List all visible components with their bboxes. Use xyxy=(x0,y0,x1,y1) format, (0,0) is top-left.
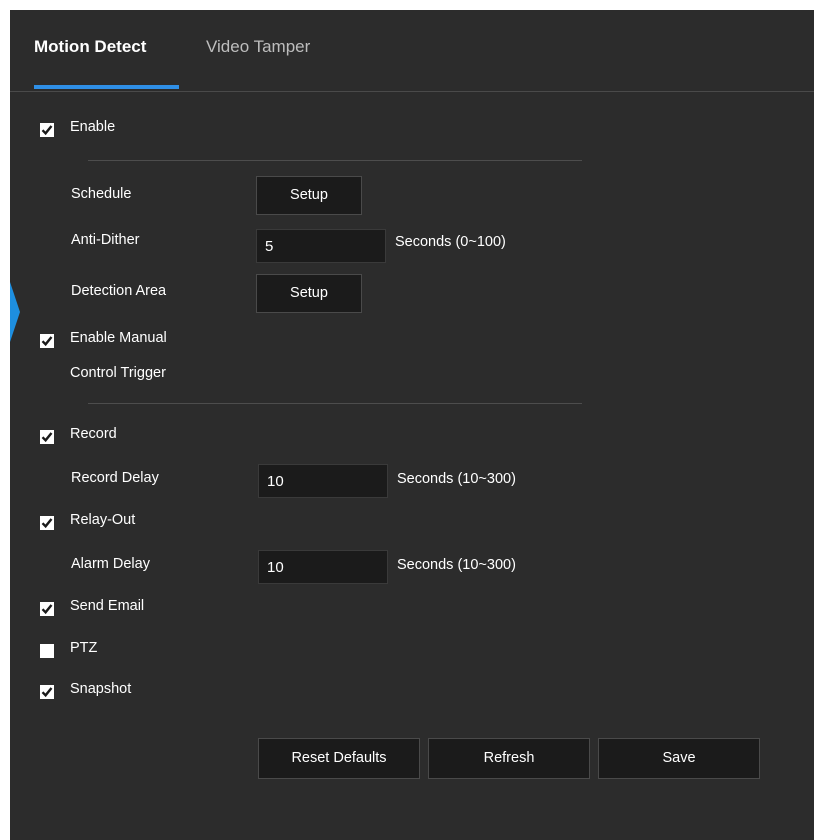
refresh-button[interactable]: Refresh xyxy=(428,738,590,779)
record-checkbox[interactable] xyxy=(40,430,54,444)
tab-video-tamper[interactable]: Video Tamper xyxy=(206,37,310,57)
detection-area-label: Detection Area xyxy=(71,283,167,299)
checkmark-icon xyxy=(41,604,53,615)
enable-label: Enable xyxy=(70,119,116,135)
snapshot-checkbox[interactable] xyxy=(40,685,54,699)
active-tab-indicator xyxy=(34,85,179,89)
schedule-setup-button[interactable]: Setup xyxy=(256,176,362,215)
schedule-label: Schedule xyxy=(71,186,132,202)
checkmark-icon xyxy=(41,125,53,136)
checkmark-icon xyxy=(41,687,53,698)
record-label: Record xyxy=(70,426,117,442)
manual-trigger-label: Enable Manual xyxy=(70,330,167,346)
anti-dither-input[interactable] xyxy=(256,229,386,263)
alarm-delay-input[interactable] xyxy=(258,550,388,584)
record-delay-unit: Seconds (10~300) xyxy=(397,471,516,487)
snapshot-label: Snapshot xyxy=(70,681,132,697)
record-delay-label: Record Delay xyxy=(71,470,159,486)
reset-defaults-button[interactable]: Reset Defaults xyxy=(258,738,420,779)
record-delay-input[interactable] xyxy=(258,464,388,498)
save-button[interactable]: Save xyxy=(598,738,760,779)
ptz-label: PTZ xyxy=(70,640,98,656)
checkmark-icon xyxy=(41,336,53,347)
ptz-checkbox[interactable] xyxy=(40,644,54,658)
alarm-delay-unit: Seconds (10~300) xyxy=(397,557,516,573)
divider xyxy=(88,160,582,161)
motion-detect-panel: Motion Detect Video Tamper Enable Schedu… xyxy=(10,10,814,840)
manual-trigger-label-line2: Control Trigger xyxy=(70,365,166,381)
divider xyxy=(88,403,582,404)
send-email-checkbox[interactable] xyxy=(40,602,54,616)
alarm-delay-label: Alarm Delay xyxy=(71,556,150,572)
checkmark-icon xyxy=(41,518,53,529)
tab-bar: Motion Detect Video Tamper xyxy=(10,10,814,92)
send-email-label: Send Email xyxy=(70,598,145,614)
expand-arrow-icon[interactable] xyxy=(10,282,20,342)
relay-out-label: Relay-Out xyxy=(70,512,136,528)
anti-dither-unit: Seconds (0~100) xyxy=(395,234,506,250)
checkmark-icon xyxy=(41,432,53,443)
manual-trigger-checkbox[interactable] xyxy=(40,334,54,348)
tab-motion-detect[interactable]: Motion Detect xyxy=(34,37,146,57)
enable-checkbox[interactable] xyxy=(40,123,54,137)
detection-area-setup-button[interactable]: Setup xyxy=(256,274,362,313)
relay-out-checkbox[interactable] xyxy=(40,516,54,530)
anti-dither-label: Anti-Dither xyxy=(71,232,140,248)
